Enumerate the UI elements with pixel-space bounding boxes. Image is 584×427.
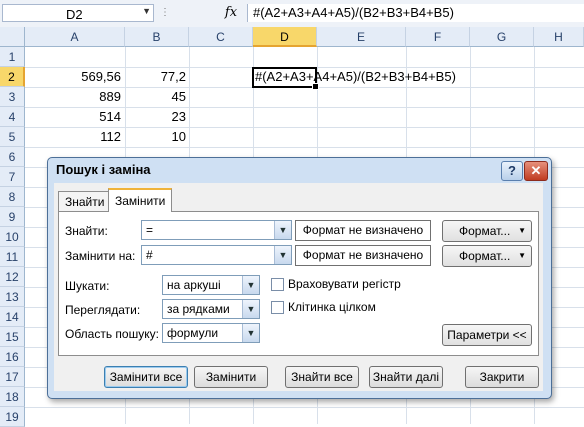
replace-panel: Знайти: = ▼ Формат не визначено Формат..… (58, 211, 539, 356)
row-header-10[interactable]: 10 (0, 227, 25, 247)
cell-a3[interactable]: 889 (25, 87, 121, 107)
column-header-h[interactable]: H (534, 27, 584, 47)
gridline (25, 147, 584, 148)
lookin-value: формули (167, 326, 219, 340)
find-format-label: Формат... (459, 224, 511, 238)
chevron-down-icon[interactable]: ▼ (274, 221, 291, 239)
search-select[interactable]: за рядками ▼ (162, 299, 260, 319)
within-select[interactable]: на аркуші ▼ (162, 275, 260, 295)
fill-handle[interactable] (312, 83, 319, 90)
row-header-19[interactable]: 19 (0, 407, 25, 427)
row-header-12[interactable]: 12 (0, 267, 25, 287)
formula-input[interactable]: #(A2+A3+A4+A5)/(B2+B3+B4+B5) (247, 4, 584, 22)
row-header-7[interactable]: 7 (0, 167, 25, 187)
tab-replace[interactable]: Замінити (108, 188, 173, 212)
chevron-down-icon[interactable]: ▼ (242, 324, 259, 342)
find-format-button[interactable]: Формат... ▼ (442, 220, 532, 242)
column-header-g[interactable]: G (470, 27, 534, 47)
row-header-9[interactable]: 9 (0, 207, 25, 227)
resize-grip-icon[interactable]: ⋮ (160, 4, 170, 22)
find-value: = (146, 223, 154, 237)
active-cell-cursor[interactable] (252, 67, 319, 90)
column-header-f[interactable]: F (406, 27, 470, 47)
find-next-button[interactable]: Знайти далі (369, 366, 443, 388)
replace-format-label: Формат... (459, 249, 511, 263)
cell-b2[interactable]: 77,2 (125, 67, 186, 87)
find-label: Знайти: (65, 224, 108, 238)
row-header-3[interactable]: 3 (0, 87, 25, 107)
help-icon[interactable]: ? (501, 161, 523, 181)
row-header-2[interactable]: 2 (0, 67, 25, 87)
select-all-corner[interactable] (0, 27, 25, 47)
search-value: за рядками (167, 302, 230, 316)
match-cell-checkbox[interactable] (271, 301, 284, 314)
row-header-13[interactable]: 13 (0, 287, 25, 307)
match-cell-label[interactable]: Клітинка цілком (288, 300, 376, 314)
row-header-14[interactable]: 14 (0, 307, 25, 327)
lookin-label: Область пошуку: (65, 327, 159, 341)
row-header-18[interactable]: 18 (0, 387, 25, 407)
find-all-button[interactable]: Знайти все (285, 366, 359, 388)
cell-b3[interactable]: 45 (125, 87, 186, 107)
column-header-c[interactable]: C (189, 27, 253, 47)
replace-format-button[interactable]: Формат... ▼ (442, 245, 532, 267)
row-header-8[interactable]: 8 (0, 187, 25, 207)
close-icon[interactable]: ✕ (524, 161, 548, 181)
gridline (25, 407, 584, 408)
formula-bar: D2 ▼ ⋮ fx #(A2+A3+A4+A5)/(B2+B3+B4+B5) (0, 0, 584, 28)
cell-b5[interactable]: 10 (125, 127, 186, 147)
cell-a4[interactable]: 514 (25, 107, 121, 127)
replace-all-button[interactable]: Замінити все (104, 366, 188, 388)
within-label: Шукати: (65, 279, 110, 293)
match-case-label[interactable]: Враховувати регістр (288, 277, 401, 291)
cell-a2[interactable]: 569,56 (25, 67, 121, 87)
chevron-down-icon[interactable]: ▼ (518, 221, 526, 241)
replace-button[interactable]: Замінити (194, 366, 268, 388)
tab-find[interactable]: Знайти (58, 191, 112, 211)
column-header-e[interactable]: E (317, 27, 406, 47)
row-header-11[interactable]: 11 (0, 247, 25, 267)
column-header-d[interactable]: D (253, 27, 317, 47)
find-input[interactable]: = ▼ (141, 220, 292, 240)
column-header-b[interactable]: B (125, 27, 189, 47)
row-header-17[interactable]: 17 (0, 367, 25, 387)
cell-a5[interactable]: 112 (25, 127, 121, 147)
within-value: на аркуші (167, 278, 221, 292)
row-header-15[interactable]: 15 (0, 327, 25, 347)
row-header-5[interactable]: 5 (0, 127, 25, 147)
replace-input[interactable]: # ▼ (141, 245, 292, 265)
insert-function-button[interactable]: fx (220, 4, 242, 22)
dialog-title: Пошук і заміна (56, 162, 151, 177)
close-button[interactable]: Закрити (465, 366, 539, 388)
search-label: Переглядати: (65, 303, 141, 317)
name-box-value: D2 (66, 7, 83, 22)
column-header-a[interactable]: A (25, 27, 125, 47)
replace-format-preview: Формат не визначено (295, 245, 431, 266)
name-box[interactable]: D2 ▼ (2, 4, 154, 22)
row-header-4[interactable]: 4 (0, 107, 25, 127)
row-header-6[interactable]: 6 (0, 147, 25, 167)
replace-value: # (146, 248, 153, 262)
chevron-down-icon[interactable]: ▼ (142, 6, 151, 16)
match-case-checkbox[interactable] (271, 278, 284, 291)
row-header-16[interactable]: 16 (0, 347, 25, 367)
lookin-select[interactable]: формули ▼ (162, 323, 260, 343)
chevron-down-icon[interactable]: ▼ (518, 246, 526, 266)
chevron-down-icon[interactable]: ▼ (274, 246, 291, 264)
row-header-1[interactable]: 1 (0, 47, 25, 67)
dialog-body: Знайти Замінити Знайти: = ▼ Формат не ви… (54, 183, 543, 391)
find-replace-dialog: Пошук і заміна ? ✕ Знайти Замінити Знайт… (47, 157, 552, 399)
chevron-down-icon[interactable]: ▼ (242, 276, 259, 294)
chevron-down-icon[interactable]: ▼ (242, 300, 259, 318)
options-button[interactable]: Параметри << (442, 324, 532, 346)
cell-b4[interactable]: 23 (125, 107, 186, 127)
find-format-preview: Формат не визначено (295, 220, 431, 241)
replace-label: Замінити на: (65, 249, 136, 263)
